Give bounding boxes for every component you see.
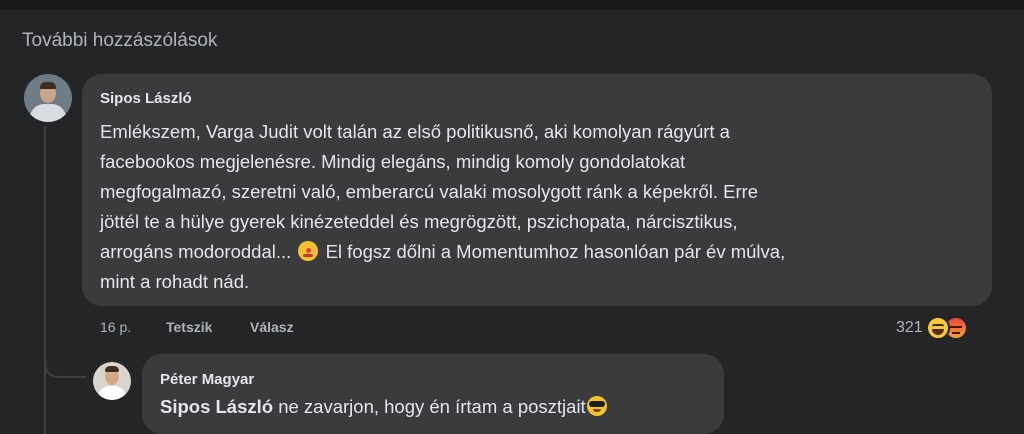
comment-line-part: arrogáns modoroddal... <box>100 241 292 262</box>
avatar-peter-magyar[interactable] <box>93 362 131 400</box>
haha-reaction-icon <box>925 316 950 340</box>
comment-line: jöttél te a hülye gyerek kinézeteddel és… <box>100 211 738 232</box>
comment-timestamp[interactable]: 16 p. <box>100 319 131 335</box>
sunglasses-face-icon <box>586 396 607 416</box>
avatar-hair <box>105 366 119 372</box>
avatar-sipos-laszlo[interactable] <box>24 74 72 122</box>
avatar-body <box>98 386 126 400</box>
reaction-count: 321 <box>896 319 923 336</box>
reply-text: Sipos László ne zavarjon, hogy én írtam … <box>160 393 607 421</box>
comment-line: facebookos megjelenésre. Mindig elegáns,… <box>100 151 686 172</box>
top-divider <box>0 0 1024 10</box>
comment-line: Emlékszem, Varga Judit volt talán az els… <box>100 121 730 142</box>
like-button[interactable]: Tetszik <box>166 319 212 335</box>
comment-line-part: El fogsz dőlni a Momentumhoz hasonlóan p… <box>325 241 786 262</box>
avatar-hair <box>40 82 56 89</box>
reply-button[interactable]: Válasz <box>250 319 294 335</box>
comment-author[interactable]: Sipos László <box>100 90 192 107</box>
reply-mention-link[interactable]: Sipos László <box>160 396 273 417</box>
clown-face-icon <box>298 241 319 261</box>
comment-line: arrogáns modoroddal... El fogsz dőlni a … <box>100 237 980 267</box>
reply-author[interactable]: Péter Magyar <box>160 371 254 388</box>
comment-line: megfogalmazó, szeretni való, emberarcú v… <box>100 181 759 202</box>
comment-text: Emlékszem, Varga Judit volt talán az els… <box>100 117 980 297</box>
thread-line <box>44 126 46 434</box>
more-comments-link[interactable]: További hozzászólások <box>22 30 217 52</box>
reply-message: ne zavarjon, hogy én írtam a posztjait <box>273 396 586 417</box>
avatar-body <box>30 104 66 122</box>
thread-connector <box>44 346 86 378</box>
reaction-summary[interactable]: 321 <box>896 314 968 342</box>
comment-line: mint a rohadt nád. <box>100 271 250 292</box>
